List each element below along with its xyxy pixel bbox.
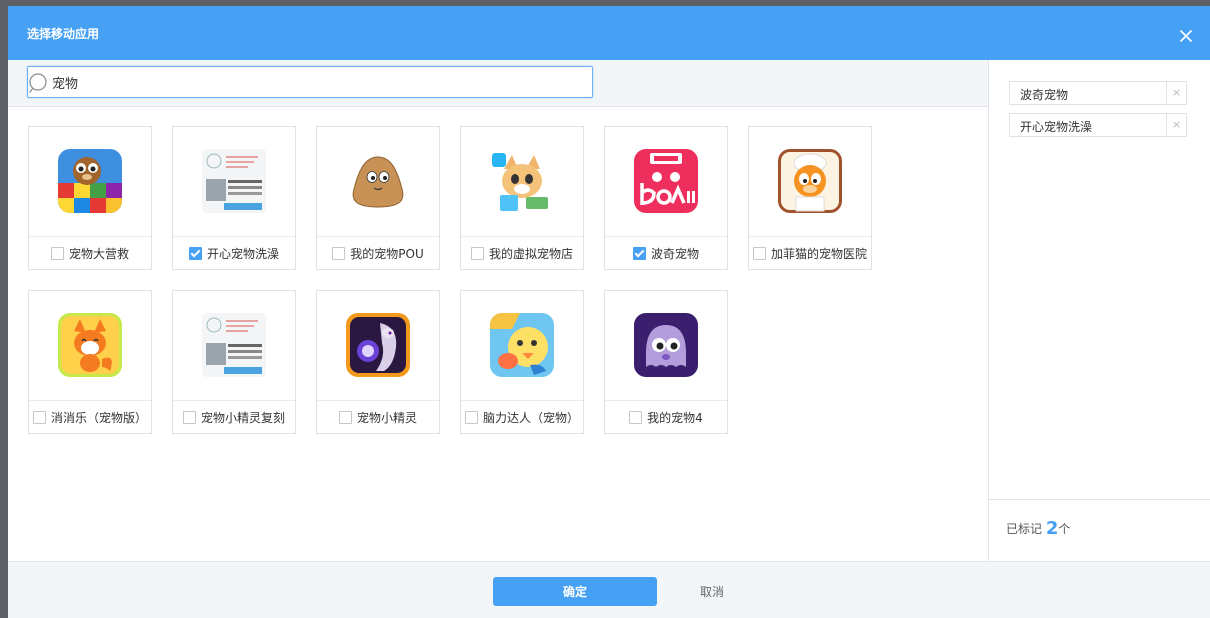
app-name: 我的宠物POU xyxy=(350,246,424,261)
search-bar xyxy=(8,60,988,107)
app-card-1[interactable]: 开心宠物洗澡 xyxy=(172,126,296,270)
app-checkbox[interactable] xyxy=(188,246,202,260)
app-card-label-row: 宠物小精灵 xyxy=(317,401,439,433)
app-card-image-area xyxy=(29,291,151,401)
search-input[interactable] xyxy=(52,67,582,97)
app-card-5[interactable]: 加菲猫的宠物医院 xyxy=(748,126,872,270)
app-checkbox[interactable] xyxy=(32,410,46,424)
cancel-button[interactable]: 取消 xyxy=(688,577,736,606)
app-checkbox[interactable] xyxy=(752,246,766,260)
app-card-0[interactable]: 宠物大营救 xyxy=(28,126,152,270)
app-name: 开心宠物洗澡 xyxy=(206,246,279,261)
search-box[interactable] xyxy=(27,66,593,98)
cartoon-dog-icon xyxy=(490,149,554,213)
app-name: 波奇宠物 xyxy=(650,246,699,261)
app-name: 脑力达人（宠物） xyxy=(482,410,579,425)
app-card-label-row: 我的宠物POU xyxy=(317,237,439,269)
app-card-image-area xyxy=(605,127,727,237)
app-checkbox[interactable] xyxy=(632,246,646,260)
boqii-logo-icon xyxy=(634,149,698,213)
app-checkbox[interactable] xyxy=(470,246,484,260)
app-card-label-row: 宠物小精灵复刻 xyxy=(173,401,295,433)
chick-cartoon-icon xyxy=(490,313,554,377)
app-card-label-row: 加菲猫的宠物医院 xyxy=(749,237,871,269)
dialog-title: 选择移动应用 xyxy=(27,27,100,41)
remove-tag-icon[interactable]: × xyxy=(1166,114,1186,136)
app-card-image-area xyxy=(173,291,295,401)
app-card-label-row: 波奇宠物 xyxy=(605,237,727,269)
purple-moy-icon xyxy=(634,313,698,377)
app-card-6[interactable]: 消消乐（宠物版） xyxy=(28,290,152,434)
pet-rescue-game-icon xyxy=(58,149,122,213)
app-checkbox[interactable] xyxy=(338,410,352,424)
app-checkbox[interactable] xyxy=(332,246,346,260)
app-card-4[interactable]: 波奇宠物 xyxy=(604,126,728,270)
app-card-image-area xyxy=(29,127,151,237)
app-name: 我的虚拟宠物店 xyxy=(488,246,573,261)
select-mobile-app-dialog: 选择移动应用 宠物 宠物大营救 开心宠物洗澡 我的宠物POU 我的虚拟宠物店 波… xyxy=(8,6,1210,618)
pou-blob-icon xyxy=(346,149,410,213)
placeholder-poster-icon xyxy=(202,313,266,377)
marked-count-text: 已标记 2个 xyxy=(1006,518,1070,539)
app-checkbox[interactable] xyxy=(182,410,196,424)
app-card-3[interactable]: 我的虚拟宠物店 xyxy=(460,126,584,270)
app-card-10[interactable]: 我的宠物4 xyxy=(604,290,728,434)
app-card-image-area xyxy=(461,291,583,401)
app-card-label-row: 我的宠物4 xyxy=(605,401,727,433)
app-checkbox[interactable] xyxy=(629,410,643,424)
app-card-image-area xyxy=(173,127,295,237)
app-card-image-area xyxy=(317,291,439,401)
dialog-header: 选择移动应用 xyxy=(8,6,1210,60)
app-name: 宠物小精灵复刻 xyxy=(200,410,285,425)
marked-count: 2 xyxy=(1045,518,1059,539)
app-card-image-area xyxy=(461,127,583,237)
app-card-image-area xyxy=(605,291,727,401)
app-name: 宠物大营救 xyxy=(68,246,129,261)
confirm-button[interactable]: 确定 xyxy=(493,577,657,606)
selected-tag: 开心宠物洗澡 × xyxy=(1009,113,1187,137)
app-card-image-area xyxy=(317,127,439,237)
app-list-panel: 宠物大营救 xyxy=(8,60,989,561)
app-card-label-row: 脑力达人（宠物） xyxy=(461,401,583,433)
app-name: 我的宠物4 xyxy=(647,410,703,425)
selected-tag-label: 开心宠物洗澡 xyxy=(1020,120,1093,134)
close-icon[interactable] xyxy=(1176,26,1196,46)
fox-cartoon-icon xyxy=(58,313,122,377)
app-checkbox[interactable] xyxy=(464,410,478,424)
app-card-2[interactable]: 我的宠物POU xyxy=(316,126,440,270)
panel-divider xyxy=(989,499,1210,500)
placeholder-poster-icon xyxy=(202,149,266,213)
garfield-icon xyxy=(778,149,842,213)
search-icon xyxy=(29,73,49,96)
selected-tag-label: 波奇宠物 xyxy=(1020,88,1069,102)
marked-suffix: 个 xyxy=(1058,522,1071,536)
app-card-7[interactable]: 宠物小精灵复刻 xyxy=(172,290,296,434)
app-card-label-row: 消消乐（宠物版） xyxy=(29,401,151,433)
selected-panel: 波奇宠物 × 开心宠物洗澡 × 已标记 2个 xyxy=(989,60,1210,561)
mewtwo-icon xyxy=(346,313,410,377)
app-card-9[interactable]: 脑力达人（宠物） xyxy=(460,290,584,434)
app-card-label-row: 宠物大营救 xyxy=(29,237,151,269)
app-card-label-row: 我的虚拟宠物店 xyxy=(461,237,583,269)
app-name: 消消乐（宠物版） xyxy=(50,410,147,425)
app-name: 宠物小精灵 xyxy=(356,410,417,425)
app-name: 加菲猫的宠物医院 xyxy=(770,246,867,261)
app-card-image-area xyxy=(749,127,871,237)
remove-tag-icon[interactable]: × xyxy=(1166,82,1186,104)
dialog-footer: 确定 取消 xyxy=(8,561,1210,618)
app-card-label-row: 开心宠物洗澡 xyxy=(173,237,295,269)
marked-prefix: 已标记 xyxy=(1006,522,1043,536)
app-checkbox[interactable] xyxy=(50,246,64,260)
selected-tag: 波奇宠物 × xyxy=(1009,81,1187,105)
app-card-8[interactable]: 宠物小精灵 xyxy=(316,290,440,434)
